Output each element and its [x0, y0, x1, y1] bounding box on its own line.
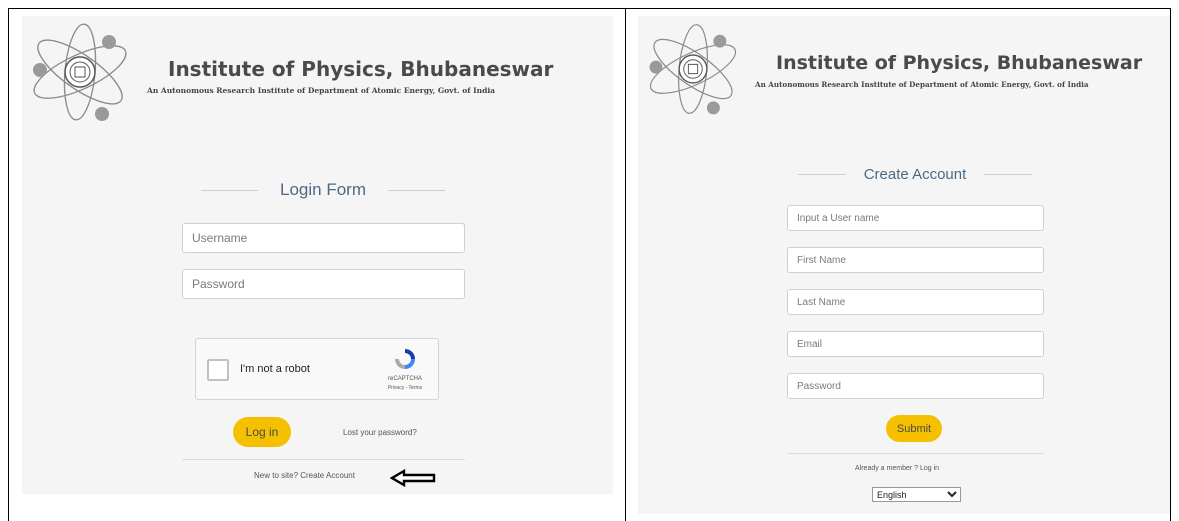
language-select[interactable]: English [872, 487, 961, 502]
heading-rule-left [797, 174, 846, 175]
submit-button[interactable]: Submit [886, 415, 942, 442]
institute-logo-icon [33, 23, 127, 121]
arrow-left-icon [390, 469, 436, 487]
email-input[interactable] [787, 331, 1044, 357]
create-account-heading-text: Create Account [863, 166, 967, 183]
recaptcha-links[interactable]: Privacy - Terms [380, 385, 430, 391]
signup-divider [787, 453, 1044, 454]
heading-rule-left [201, 189, 258, 191]
brand-subtitle: An Autonomous Research Institute of Depa… [147, 86, 496, 95]
table-border-left [8, 8, 9, 521]
recaptcha-checkbox[interactable] [207, 359, 229, 381]
create-account-link[interactable]: New to site? Create Account [254, 471, 355, 480]
password-input[interactable] [182, 269, 465, 299]
new-password-input[interactable] [787, 373, 1044, 399]
login-heading-text: Login Form [280, 180, 366, 199]
recaptcha-widget: I'm not a robot reCAPTCHA Privacy - Term… [195, 338, 439, 400]
brand-title: Institute of Physics, Bhubaneswar [168, 57, 554, 81]
create-account-heading: Create Account [787, 166, 1043, 183]
lost-password-link[interactable]: Lost your password? [343, 428, 417, 437]
new-username-input[interactable] [787, 205, 1044, 231]
institute-logo-icon [649, 24, 737, 115]
login-button[interactable]: Log in [233, 417, 291, 447]
table-border-middle [625, 8, 626, 521]
recaptcha-icon [395, 349, 415, 369]
table-border-top [8, 8, 1171, 9]
recaptcha-brand: reCAPTCHA [387, 376, 422, 382]
brand-subtitle: An Autonomous Research Institute of Depa… [755, 80, 1089, 89]
last-name-input[interactable] [787, 289, 1044, 315]
table-border-right [1170, 8, 1171, 521]
first-name-input[interactable] [787, 247, 1044, 273]
login-divider [182, 459, 465, 460]
login-link[interactable]: Already a member ? Log in [855, 465, 939, 472]
brand-title: Institute of Physics, Bhubaneswar [776, 52, 1143, 74]
heading-rule-right [984, 174, 1033, 175]
recaptcha-label: I'm not a robot [240, 363, 310, 375]
heading-rule-right [387, 189, 445, 191]
login-form-heading: Login Form [182, 180, 464, 200]
username-input[interactable] [182, 223, 465, 253]
